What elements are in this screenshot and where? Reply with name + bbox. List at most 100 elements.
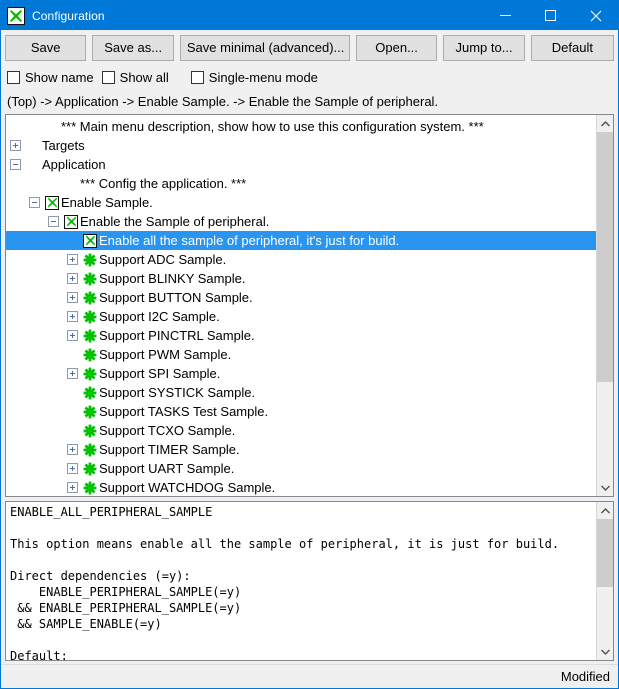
green-asterisk-icon[interactable] (83, 462, 97, 476)
green-x-checkbox-icon (7, 6, 25, 25)
green-asterisk-icon[interactable] (83, 443, 97, 457)
title-bar: Configuration (1, 1, 618, 30)
green-asterisk-icon[interactable] (83, 272, 97, 286)
green-x-checkbox-icon[interactable] (45, 195, 59, 210)
window-controls (483, 1, 618, 30)
green-x-checkbox-icon[interactable] (64, 214, 78, 229)
tree-scroll-thumb[interactable] (597, 132, 613, 382)
tree-row[interactable]: Support SYSTICK Sample. (6, 383, 596, 402)
tree-row[interactable]: Support PWM Sample. (6, 345, 596, 364)
tree-row[interactable]: Support BUTTON Sample. (6, 288, 596, 307)
green-asterisk-icon[interactable] (83, 386, 97, 400)
expand-icon[interactable] (67, 368, 78, 379)
show-name-checkbox[interactable]: Show name (7, 70, 94, 85)
expand-icon[interactable] (67, 254, 78, 265)
close-icon[interactable] (573, 1, 618, 30)
green-asterisk-icon[interactable] (83, 405, 97, 419)
open-button[interactable]: Open... (355, 35, 438, 61)
save-button[interactable]: Save (5, 35, 87, 61)
expand-icon[interactable] (67, 482, 78, 493)
tree-row[interactable]: Support BLINKY Sample. (6, 269, 596, 288)
save-as-button[interactable]: Save as... (92, 35, 174, 61)
expand-icon[interactable] (67, 292, 78, 303)
expand-icon[interactable] (67, 330, 78, 341)
config-tree-pane: *** Main menu description, show how to u… (5, 114, 614, 497)
detail-scroll-track[interactable] (597, 519, 613, 643)
help-text: ENABLE_ALL_PERIPHERAL_SAMPLE This option… (10, 505, 560, 660)
green-asterisk-icon[interactable] (83, 424, 97, 438)
scroll-down-icon[interactable] (597, 479, 613, 496)
tree-row[interactable]: *** Main menu description, show how to u… (6, 117, 596, 136)
tree-row[interactable]: Support TCXO Sample. (6, 421, 596, 440)
tree-row-label: Support PWM Sample. (99, 347, 232, 362)
tree-row[interactable]: Support ADC Sample. (6, 250, 596, 269)
tree-row[interactable]: Support TIMER Sample. (6, 440, 596, 459)
scroll-down-icon[interactable] (597, 643, 613, 660)
collapse-icon[interactable] (10, 159, 21, 170)
tree-row[interactable]: Targets (6, 136, 596, 155)
tree-row-label: *** Config the application. *** (80, 176, 247, 191)
collapse-icon[interactable] (48, 216, 59, 227)
tree-twisty-spacer (67, 235, 78, 246)
tree-twisty-spacer (67, 387, 78, 398)
tree-row-label: Support UART Sample. (99, 461, 235, 476)
green-asterisk-icon[interactable] (83, 310, 97, 324)
tree-row[interactable]: *** Config the application. *** (6, 174, 596, 193)
tree-row[interactable]: Enable the Sample of peripheral. (6, 212, 596, 231)
detail-scroll-thumb[interactable] (597, 519, 613, 588)
detail-scrollbar[interactable] (596, 502, 613, 660)
scroll-up-icon[interactable] (597, 115, 613, 132)
default-button[interactable]: Default (530, 35, 614, 61)
collapse-icon[interactable] (29, 197, 40, 208)
show-all-checkbox[interactable]: Show all (101, 69, 169, 85)
tree-scrollbar[interactable] (596, 115, 613, 496)
checkbox-box-icon[interactable] (7, 70, 20, 84)
green-asterisk-icon[interactable] (83, 481, 97, 495)
config-tree[interactable]: *** Main menu description, show how to u… (6, 115, 596, 496)
show-all-label: Show all (119, 69, 169, 85)
tree-row-label: Support PINCTRL Sample. (99, 328, 255, 343)
tree-icon-spacer (45, 120, 59, 134)
tree-row-label: Support TASKS Test Sample. (99, 404, 269, 419)
tree-row[interactable]: Enable Sample. (6, 193, 596, 212)
green-asterisk-icon[interactable] (83, 348, 97, 362)
checkbox-box-icon[interactable] (101, 70, 115, 84)
tree-row[interactable]: Support TASKS Test Sample. (6, 402, 596, 421)
tree-scroll-track[interactable] (597, 132, 613, 479)
green-asterisk-icon[interactable] (83, 367, 97, 381)
tree-twisty-spacer (48, 178, 59, 189)
tree-row-label: Targets (42, 138, 85, 153)
scroll-up-icon[interactable] (597, 502, 613, 519)
tree-row[interactable]: Application (6, 155, 596, 174)
tree-row[interactable]: Support SPI Sample. (6, 364, 596, 383)
tree-row[interactable]: Enable all the sample of peripheral, it'… (6, 231, 596, 250)
green-x-checkbox-icon[interactable] (83, 233, 97, 248)
tree-row-label: Support SYSTICK Sample. (99, 385, 256, 400)
jump-to-button[interactable]: Jump to... (443, 35, 525, 61)
expand-icon[interactable] (67, 311, 78, 322)
tree-row[interactable]: Support I2C Sample. (6, 307, 596, 326)
tree-row[interactable]: Support UART Sample. (6, 459, 596, 478)
expand-icon[interactable] (67, 463, 78, 474)
checkbox-box-icon[interactable] (190, 70, 204, 84)
tree-row-label: Enable the Sample of peripheral. (80, 214, 270, 229)
tree-row[interactable]: Support WATCHDOG Sample. (6, 478, 596, 496)
status-bar: Modified (1, 664, 618, 688)
minimize-icon[interactable] (483, 1, 528, 30)
expand-icon[interactable] (67, 444, 78, 455)
tree-row-label: Support BLINKY Sample. (99, 271, 246, 286)
expand-icon[interactable] (67, 273, 78, 284)
maximize-icon[interactable] (528, 1, 573, 30)
green-asterisk-icon[interactable] (83, 253, 97, 267)
save-minimal-button[interactable]: Save minimal (advanced)... (179, 35, 350, 61)
tree-row-label: Application (42, 157, 106, 172)
green-asterisk-icon[interactable] (83, 291, 97, 305)
tree-twisty-spacer (67, 406, 78, 417)
tree-row-label: Support ADC Sample. (99, 252, 227, 267)
single-menu-mode-checkbox[interactable]: Single-menu mode (190, 70, 318, 85)
show-name-label: Show name (25, 69, 94, 85)
expand-icon[interactable] (10, 140, 21, 151)
green-asterisk-icon[interactable] (83, 329, 97, 343)
tree-row-label: Support I2C Sample. (99, 309, 220, 324)
tree-row[interactable]: Support PINCTRL Sample. (6, 326, 596, 345)
